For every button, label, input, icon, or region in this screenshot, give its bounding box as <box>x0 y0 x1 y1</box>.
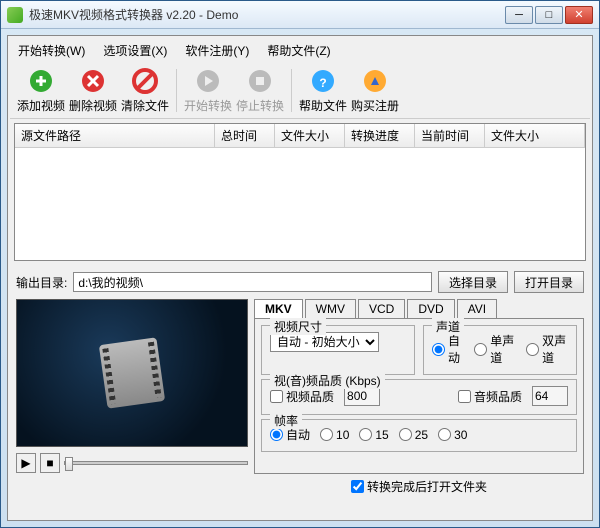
audio-auto-radio[interactable]: 自动 <box>432 332 464 366</box>
stop-playback-button[interactable]: ■ <box>40 453 60 473</box>
menu-help[interactable]: 帮助文件(Z) <box>267 42 330 59</box>
start-convert-button[interactable]: 开始转换 <box>183 67 233 114</box>
audio-mono-radio[interactable]: 单声道 <box>474 332 516 366</box>
toolbar: 添加视频 删除视频 清除文件 开始转换 停止转换 ? 帮助文件 <box>10 63 590 119</box>
audio-channel-group: 声道 自动 单声道 双声道 <box>423 325 577 375</box>
stop-icon <box>246 67 274 95</box>
list-header: 源文件路径 总时间 文件大小 转换进度 当前时间 文件大小 <box>15 124 585 148</box>
fps-10-radio[interactable]: 10 <box>320 428 349 442</box>
stop-convert-button[interactable]: 停止转换 <box>235 67 285 114</box>
tab-mkv[interactable]: MKV <box>254 299 303 318</box>
buy-register-button[interactable]: 购买注册 <box>350 67 400 114</box>
separator <box>291 69 292 112</box>
preview-pane: ▶ ■ <box>16 299 248 496</box>
fps-group: 帧率 自动 10 15 25 30 <box>261 419 577 452</box>
help-icon: ? <box>309 67 337 95</box>
video-size-label: 视频尺寸 <box>270 318 326 335</box>
tab-vcd[interactable]: VCD <box>358 299 405 318</box>
quality-group: 视(音)频品质 (Kbps) 视频品质 音频品质 <box>261 379 577 415</box>
app-window: 极速MKV视频格式转换器 v2.20 - Demo ─ □ ✕ 开始转换(W) … <box>0 0 600 528</box>
preview-box <box>16 299 248 447</box>
list-body[interactable] <box>15 148 585 260</box>
tab-dvd[interactable]: DVD <box>407 299 454 318</box>
menu-start[interactable]: 开始转换(W) <box>18 42 85 59</box>
output-row: 输出目录: 选择目录 打开目录 <box>10 265 590 299</box>
settings-pane: MKV WMV VCD DVD AVI 视频尺寸 自动 - 初始大小 声道 <box>254 299 584 496</box>
open-after-check[interactable]: 转换完成后打开文件夹 <box>351 478 487 495</box>
audio-stereo-radio[interactable]: 双声道 <box>526 332 568 366</box>
tab-avi[interactable]: AVI <box>457 299 497 318</box>
output-path-input[interactable] <box>73 272 432 292</box>
window-title: 极速MKV视频格式转换器 v2.20 - Demo <box>29 6 505 23</box>
menu-options[interactable]: 选项设置(X) <box>103 42 167 59</box>
col-progress[interactable]: 转换进度 <box>345 124 415 147</box>
menu-register[interactable]: 软件注册(Y) <box>185 42 249 59</box>
audio-quality-check[interactable]: 音频品质 <box>458 388 522 405</box>
client-area: 开始转换(W) 选项设置(X) 软件注册(Y) 帮助文件(Z) 添加视频 删除视… <box>7 35 593 521</box>
seek-slider[interactable] <box>64 461 248 465</box>
video-size-select[interactable]: 自动 - 初始大小 <box>270 332 379 352</box>
titlebar: 极速MKV视频格式转换器 v2.20 - Demo ─ □ ✕ <box>1 1 599 29</box>
col-source[interactable]: 源文件路径 <box>15 124 215 147</box>
output-label: 输出目录: <box>16 274 67 291</box>
video-quality-input[interactable] <box>344 386 380 406</box>
bottom-area: ▶ ■ MKV WMV VCD DVD AVI 视频尺寸 <box>10 299 590 502</box>
footer: 转换完成后打开文件夹 <box>254 474 584 496</box>
tab-wmv[interactable]: WMV <box>305 299 356 318</box>
fps-label: 帧率 <box>270 412 302 429</box>
svg-text:?: ? <box>319 76 326 90</box>
file-list[interactable]: 源文件路径 总时间 文件大小 转换进度 当前时间 文件大小 <box>14 123 586 261</box>
fps-15-radio[interactable]: 15 <box>359 428 388 442</box>
tab-body: 视频尺寸 自动 - 初始大小 声道 自动 单声道 双声道 <box>254 318 584 474</box>
minimize-button[interactable]: ─ <box>505 6 533 24</box>
window-buttons: ─ □ ✕ <box>505 6 593 24</box>
maximize-button[interactable]: □ <box>535 6 563 24</box>
audio-label: 声道 <box>432 318 464 335</box>
buy-icon <box>361 67 389 95</box>
col-filesize[interactable]: 文件大小 <box>275 124 345 147</box>
separator <box>176 69 177 112</box>
playback-controls: ▶ ■ <box>16 453 248 473</box>
fps-30-radio[interactable]: 30 <box>438 428 467 442</box>
menubar: 开始转换(W) 选项设置(X) 软件注册(Y) 帮助文件(Z) <box>10 38 590 63</box>
fps-25-radio[interactable]: 25 <box>399 428 428 442</box>
add-icon <box>27 67 55 95</box>
video-quality-check[interactable]: 视频品质 <box>270 388 334 405</box>
video-size-group: 视频尺寸 自动 - 初始大小 <box>261 325 415 375</box>
film-icon <box>99 337 165 408</box>
delete-video-button[interactable]: 删除视频 <box>68 67 118 114</box>
choose-dir-button[interactable]: 选择目录 <box>438 271 508 293</box>
add-video-button[interactable]: 添加视频 <box>16 67 66 114</box>
close-button[interactable]: ✕ <box>565 6 593 24</box>
clear-files-button[interactable]: 清除文件 <box>120 67 170 114</box>
open-dir-button[interactable]: 打开目录 <box>514 271 584 293</box>
play-button[interactable]: ▶ <box>16 453 36 473</box>
format-tabs: MKV WMV VCD DVD AVI <box>254 299 584 318</box>
col-curtime[interactable]: 当前时间 <box>415 124 485 147</box>
col-totaltime[interactable]: 总时间 <box>215 124 275 147</box>
delete-icon <box>79 67 107 95</box>
help-file-button[interactable]: ? 帮助文件 <box>298 67 348 114</box>
slider-thumb[interactable] <box>65 457 73 471</box>
audio-quality-input[interactable] <box>532 386 568 406</box>
clear-icon <box>131 67 159 95</box>
quality-label: 视(音)频品质 (Kbps) <box>270 372 385 389</box>
start-icon <box>194 67 222 95</box>
app-icon <box>7 7 23 23</box>
col-outsize[interactable]: 文件大小 <box>485 124 585 147</box>
